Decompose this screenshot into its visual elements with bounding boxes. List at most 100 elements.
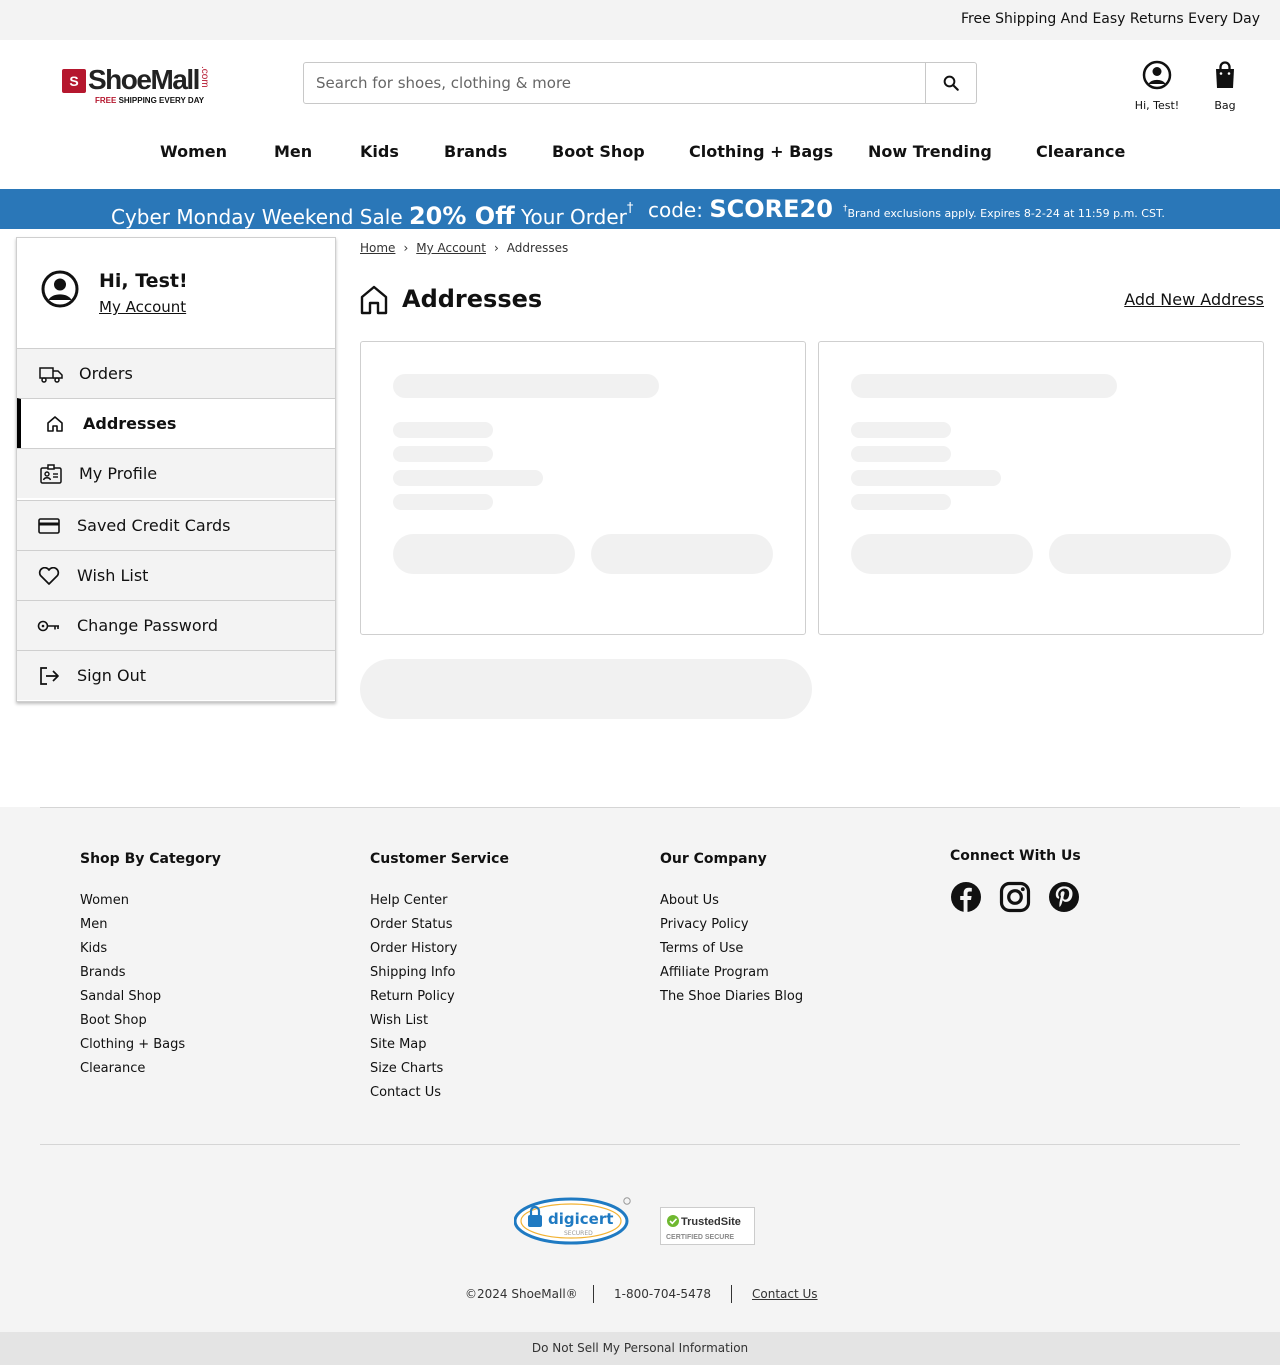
svg-text:SECURED: SECURED (564, 1230, 593, 1237)
sidebar-header: Hi, Test! My Account (17, 238, 335, 348)
site-footer: Shop By Category Women Men Kids Brands S… (0, 807, 1280, 1332)
account-label: Hi, Test! (1134, 99, 1180, 112)
footer-link-terms-of-use[interactable]: Terms of Use (660, 941, 743, 956)
copyright: ©2024 ShoeMall® (465, 1287, 578, 1301)
footer-link-size-charts[interactable]: Size Charts (370, 1061, 443, 1076)
nav-men[interactable]: Men (274, 142, 312, 161)
social-links (950, 881, 1092, 917)
sidebar-item-my-profile[interactable]: My Profile (17, 448, 335, 498)
digicert-seal[interactable]: digicert SECURED (513, 1197, 632, 1247)
footer-link-contact-us[interactable]: Contact Us (370, 1085, 441, 1100)
sidebar-item-wish-list[interactable]: Wish List (17, 550, 335, 600)
footer-link-affiliate-program[interactable]: Affiliate Program (660, 965, 769, 980)
nav-boot-shop[interactable]: Boot Shop (552, 142, 645, 161)
sidebar-greeting: Hi, Test! (99, 270, 188, 292)
breadcrumb-my-account[interactable]: My Account (416, 241, 486, 255)
logo-mark-icon: S (62, 69, 86, 93)
promo-fine-print: Brand exclusions apply. Expires 8-2-24 a… (847, 207, 1165, 220)
bag-button[interactable]: Bag (1204, 60, 1246, 112)
breadcrumb-home[interactable]: Home (360, 241, 395, 255)
footer-link-order-status[interactable]: Order Status (370, 917, 453, 932)
sidebar-item-orders[interactable]: Orders (17, 348, 335, 398)
footer-link-about-us[interactable]: About Us (660, 893, 719, 908)
footer-link-sandal-shop[interactable]: Sandal Shop (80, 989, 161, 1004)
avatar-icon (41, 270, 79, 308)
footer-link-order-history[interactable]: Order History (370, 941, 457, 956)
address-card-loading (360, 341, 806, 635)
add-new-address-link[interactable]: Add New Address (1124, 290, 1264, 309)
footer-link-privacy-policy[interactable]: Privacy Policy (660, 917, 749, 932)
free-shipping-message: Free Shipping And Easy Returns Every Day (960, 11, 1260, 27)
account-button[interactable]: Hi, Test! (1128, 60, 1186, 112)
account-sidebar: Hi, Test! My Account Orders Addresses My… (16, 237, 336, 702)
sign-out-icon (40, 667, 59, 685)
divider (40, 807, 1240, 808)
footer-shop-by-category: Shop By Category Women Men Kids Brands S… (80, 851, 221, 1076)
my-account-link[interactable]: My Account (99, 298, 186, 316)
footer-link-shoe-diaries-blog[interactable]: The Shoe Diaries Blog (660, 989, 803, 1004)
search-bar (303, 62, 977, 104)
search-input[interactable] (304, 63, 926, 103)
svg-text:TrustedSite: TrustedSite (681, 1216, 741, 1228)
trustedsite-badge[interactable]: TrustedSite CERTIFIED SECURE (660, 1207, 755, 1245)
footer-link-men[interactable]: Men (80, 917, 107, 932)
nav-women[interactable]: Women (160, 142, 227, 161)
divider (593, 1285, 594, 1303)
nav-kids[interactable]: Kids (360, 142, 399, 161)
breadcrumb: Home › My Account › Addresses (360, 241, 568, 255)
footer-link-help-center[interactable]: Help Center (370, 893, 448, 908)
phone-number: 1-800-704-5478 (614, 1287, 711, 1301)
sidebar-item-sign-out[interactable]: Sign Out (17, 650, 335, 700)
footer-link-brands[interactable]: Brands (80, 965, 126, 980)
do-not-sell-link[interactable]: Do Not Sell My Personal Information (0, 1332, 1280, 1365)
svg-text:digicert: digicert (548, 1210, 613, 1228)
promo-code: SCORE20 (709, 195, 833, 223)
shopping-bag-icon (1216, 61, 1234, 88)
address-card-loading (818, 341, 1264, 635)
id-card-icon (40, 464, 62, 484)
nav-clearance[interactable]: Clearance (1036, 142, 1125, 161)
chevron-right-icon: › (493, 241, 499, 255)
instagram-icon[interactable] (999, 881, 1031, 917)
footer-link-shipping-info[interactable]: Shipping Info (370, 965, 455, 980)
home-icon (360, 285, 388, 315)
sidebar-item-change-password[interactable]: Change Password (17, 600, 335, 650)
footer-link-clothing-bags[interactable]: Clothing + Bags (80, 1037, 185, 1052)
search-icon (943, 75, 959, 91)
shoemall-logo[interactable]: S ShoeMall .com FREE SHIPPING EVERY DAY (62, 64, 222, 108)
legal-contact-us-link[interactable]: Contact Us (752, 1287, 818, 1301)
sidebar-item-addresses[interactable]: Addresses (17, 398, 335, 448)
key-icon (37, 620, 59, 632)
breadcrumb-current: Addresses (506, 241, 569, 255)
facebook-icon[interactable] (950, 881, 982, 917)
loading-placeholder (360, 659, 812, 719)
footer-link-return-policy[interactable]: Return Policy (370, 989, 455, 1004)
nav-clothing-bags[interactable]: Clothing + Bags (689, 142, 833, 161)
search-button[interactable] (925, 63, 976, 103)
top-promo-bar: Free Shipping And Easy Returns Every Day (0, 0, 1280, 40)
pinterest-icon[interactable] (1048, 881, 1080, 917)
sale-banner[interactable]: Cyber Monday Weekend Sale 20% Off Your O… (0, 189, 1280, 230)
user-circle-icon (1142, 60, 1172, 90)
home-icon (47, 416, 63, 432)
footer-link-clearance[interactable]: Clearance (80, 1061, 145, 1076)
main-navigation: Women Men Kids Brands Boot Shop Clothing… (0, 142, 1280, 166)
nav-now-trending[interactable]: Now Trending (868, 142, 992, 161)
sidebar-item-saved-credit-cards[interactable]: Saved Credit Cards (17, 500, 335, 550)
heart-icon (38, 567, 60, 585)
legal-bar: ©2024 ShoeMall® 1-800-704-5478 Contact U… (0, 1285, 1280, 1307)
footer-customer-service: Customer Service Help Center Order Statu… (370, 851, 509, 1100)
divider (731, 1285, 732, 1303)
footer-link-women[interactable]: Women (80, 893, 129, 908)
footer-our-company: Our Company About Us Privacy Policy Term… (660, 851, 804, 1004)
footer-link-wish-list[interactable]: Wish List (370, 1013, 428, 1028)
digicert-logo-icon: digicert SECURED (513, 1197, 631, 1245)
trustedsite-logo-icon: TrustedSite CERTIFIED SECURE (666, 1215, 741, 1241)
footer-link-boot-shop[interactable]: Boot Shop (80, 1013, 147, 1028)
credit-card-icon (38, 518, 60, 534)
svg-text:CERTIFIED SECURE: CERTIFIED SECURE (666, 1234, 734, 1241)
footer-link-site-map[interactable]: Site Map (370, 1037, 427, 1052)
chevron-right-icon: › (403, 241, 409, 255)
footer-link-kids[interactable]: Kids (80, 941, 107, 956)
nav-brands[interactable]: Brands (444, 142, 507, 161)
